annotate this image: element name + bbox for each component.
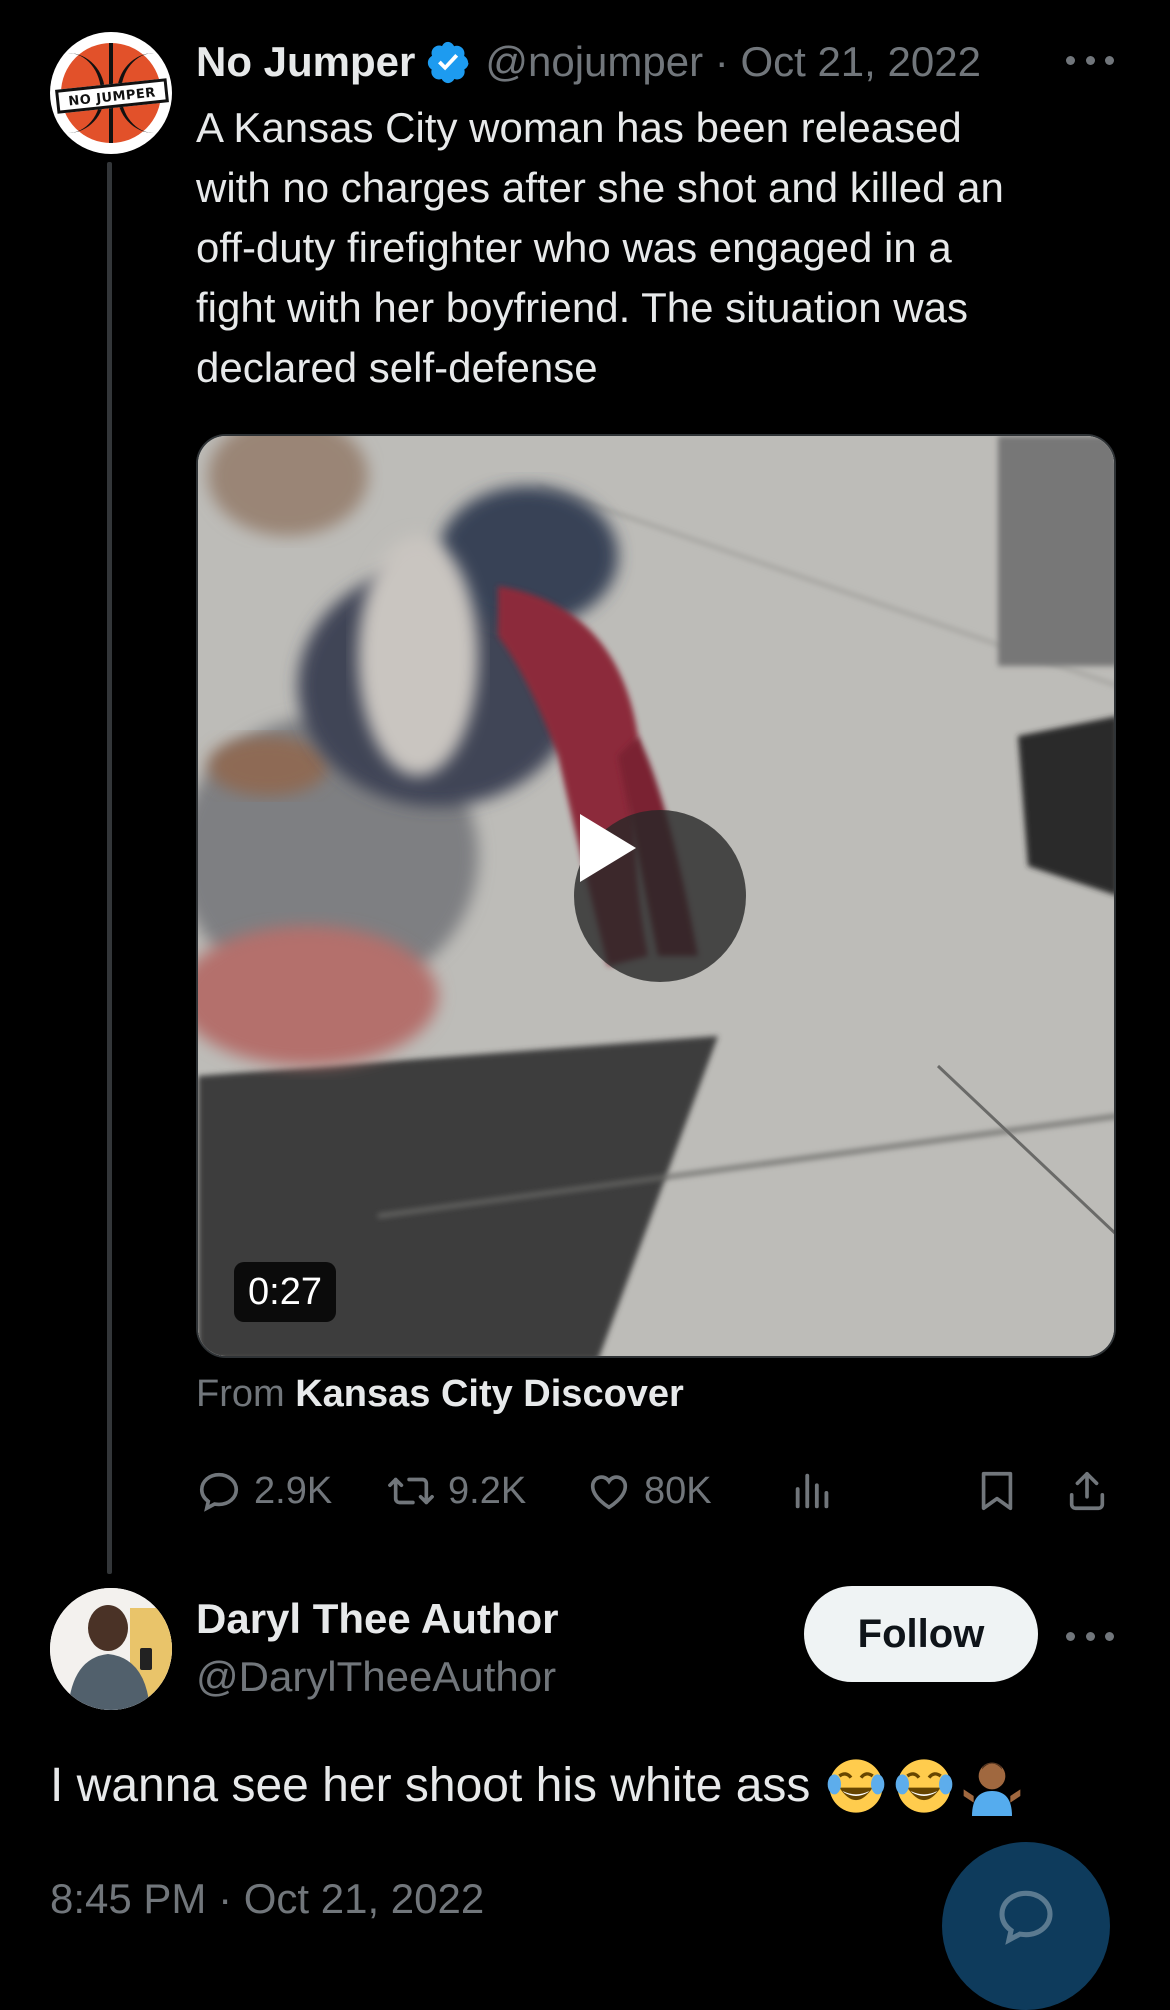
- tweet-text: A Kansas City woman has been released wi…: [196, 104, 1004, 391]
- separator-dot: ·: [703, 38, 741, 85]
- like-button[interactable]: 80K: [586, 1458, 712, 1524]
- like-count: 80K: [644, 1469, 712, 1512]
- bookmark-icon: [981, 1471, 1013, 1511]
- share-button[interactable]: [1064, 1458, 1110, 1524]
- laughing-crying-emoji-icon: [828, 1759, 885, 1813]
- no-jumper-avatar[interactable]: NO JUMPER: [50, 32, 172, 154]
- author-handle[interactable]: @nojumper: [485, 38, 703, 86]
- compose-reply-button[interactable]: [942, 1842, 1110, 2010]
- retweet-icon: [388, 1477, 434, 1505]
- reply-button[interactable]: 2.9K: [196, 1458, 332, 1524]
- retweet-count: 9.2K: [448, 1469, 527, 1512]
- play-icon: [580, 814, 636, 882]
- source-name[interactable]: Kansas City Discover: [295, 1373, 684, 1415]
- reply-count: 2.9K: [254, 1469, 333, 1512]
- source-prefix: From: [196, 1373, 285, 1415]
- reply-more-icon[interactable]: [1066, 1616, 1114, 1656]
- follow-button[interactable]: Follow: [804, 1586, 1038, 1682]
- views-button[interactable]: [790, 1458, 836, 1524]
- action-bar: 2.9K 9.2K 80K: [196, 1458, 1116, 1524]
- reply-header: Daryl Thee Author @DarylTheeAuthor: [196, 1592, 559, 1708]
- reply-timestamp[interactable]: 8:45 PM · Oct 21, 2022: [50, 1870, 484, 1928]
- reply-author-handle[interactable]: @DarylTheeAuthor: [196, 1646, 559, 1708]
- author-name[interactable]: No Jumper: [196, 38, 415, 86]
- laughing-crying-emoji-icon: [896, 1759, 953, 1813]
- reply-body: I wanna see her shoot his white ass: [50, 1759, 811, 1812]
- bookmark-button[interactable]: [974, 1458, 1020, 1524]
- compose-reply-icon: [999, 1890, 1053, 1945]
- like-icon: [590, 1475, 628, 1510]
- play-button[interactable]: [574, 810, 746, 982]
- video-player[interactable]: 0:27: [196, 434, 1116, 1358]
- reply-author-name[interactable]: Daryl Thee Author: [196, 1592, 559, 1646]
- tweet-date[interactable]: Oct 21, 2022: [740, 38, 981, 86]
- verified-badge-icon: [428, 41, 469, 84]
- tweet-header: No Jumper @nojumper · Oct 21, 2022: [196, 32, 981, 92]
- media-source: From Kansas City Discover: [196, 1366, 684, 1422]
- retweet-button[interactable]: 9.2K: [386, 1458, 526, 1524]
- thread-connector: [107, 162, 112, 1574]
- reply-text: I wanna see her shoot his white ass: [50, 1754, 1022, 1818]
- more-icon[interactable]: [1066, 40, 1114, 80]
- views-icon: [795, 1473, 829, 1509]
- video-duration: 0:27: [234, 1262, 336, 1322]
- reply-author-avatar[interactable]: [50, 1588, 172, 1710]
- reply-icon: [199, 1472, 239, 1512]
- shrug-emoji-icon: [964, 1762, 1021, 1816]
- share-icon: [1069, 1471, 1105, 1511]
